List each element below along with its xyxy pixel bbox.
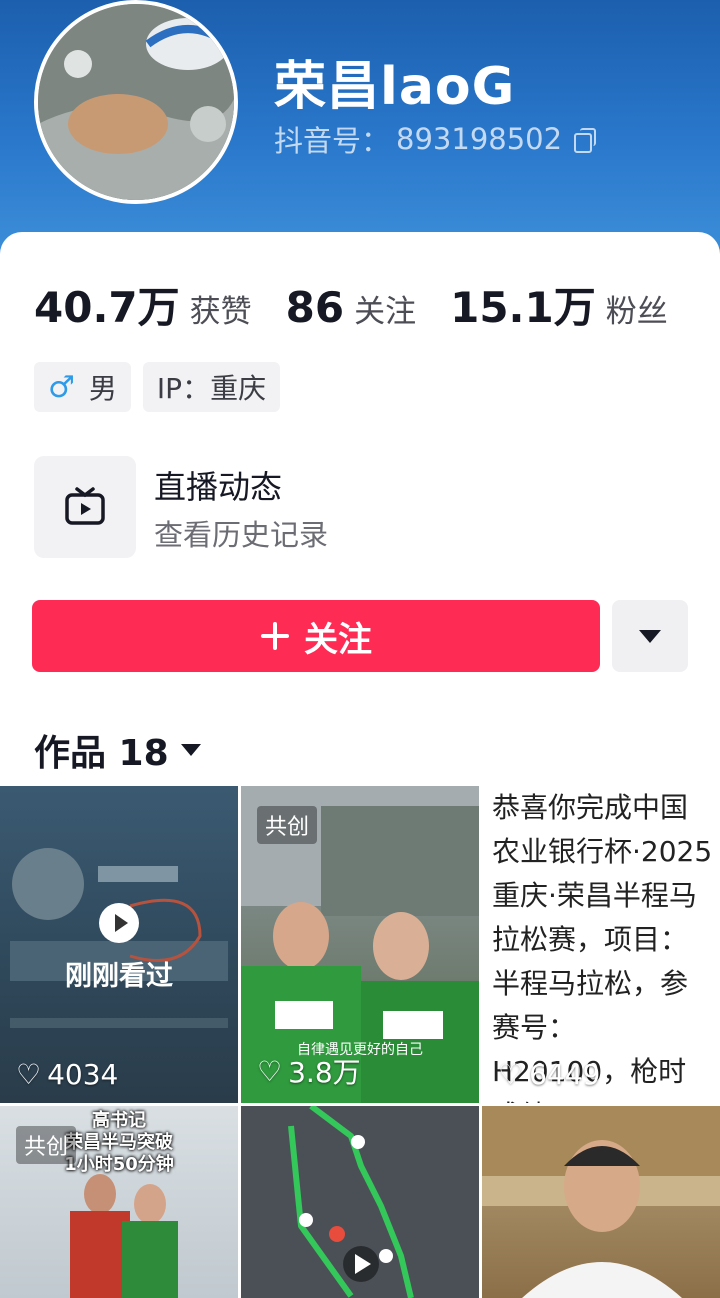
heart-icon: ♡ — [16, 1058, 42, 1091]
avatar[interactable] — [34, 0, 238, 204]
video-thumbnail[interactable] — [241, 1106, 479, 1298]
ip-label: IP：重庆 — [156, 372, 267, 405]
video-likes: ♡ 6449 — [498, 1058, 600, 1091]
caret-down-icon — [180, 744, 201, 756]
like-count: 3.8万 — [288, 1056, 361, 1089]
douyin-id: 抖音号： 893198502 — [274, 118, 597, 160]
video-likes: ♡ 4034 — [16, 1058, 118, 1091]
video-likes: ♡ 3.8万 — [257, 1051, 361, 1091]
like-count: 4034 — [47, 1058, 119, 1091]
plus-icon — [261, 622, 289, 650]
result-text: 恭喜你完成中国农业银行杯·2025 重庆·荣昌半程马拉松赛，项目：半程马拉松，参… — [492, 791, 713, 1103]
ip-tag: IP：重庆 — [142, 362, 281, 412]
more-dropdown-button[interactable] — [612, 600, 688, 672]
follow-label: 关注 — [304, 619, 372, 660]
like-count: 6449 — [529, 1058, 601, 1091]
works-label: 作品 18 — [34, 733, 169, 774]
video-thumbnail[interactable]: 共创 自律遇见更好的自己 ♡ 3.8万 — [241, 786, 479, 1103]
live-title: 直播动态 — [154, 468, 283, 506]
likes-label: 获赞 — [189, 294, 252, 330]
heart-icon: ♡ — [257, 1054, 283, 1088]
caret-down-icon — [639, 629, 661, 643]
douyin-id-value: 893198502 — [396, 122, 563, 156]
co-creation-badge: 共创 — [257, 806, 318, 844]
male-icon: ♂ — [48, 369, 75, 405]
stats-row: 40.7万 获赞 86 关注 15.1万 粉丝 — [34, 274, 702, 335]
tv-icon — [34, 456, 136, 558]
copy-icon[interactable] — [574, 128, 597, 153]
play-icon — [99, 903, 139, 943]
gender-label: 男 — [88, 372, 117, 405]
nickname: 荣昌laoG — [274, 57, 516, 117]
video-thumbnail[interactable]: 刚刚看过 ♡ 4034 — [0, 786, 238, 1103]
followers-label[interactable]: 粉丝 — [606, 286, 668, 331]
following-label[interactable]: 关注 — [354, 286, 416, 331]
following-count[interactable]: 86 — [286, 283, 344, 332]
gender-tag: ♂ 男 — [34, 362, 131, 412]
route-map-image — [288, 1106, 414, 1298]
speaker-image — [482, 1106, 720, 1298]
profile-header: 荣昌laoG 抖音号： 893198502 — [0, 0, 720, 260]
video-thumbnail[interactable]: 高书记 荣昌半马突破 1小时50分钟 共创 — [0, 1106, 238, 1298]
works-tab[interactable]: 作品 18 — [34, 724, 201, 776]
co-creation-badge: 共创 — [16, 1126, 77, 1164]
video-thumbnail[interactable] — [482, 1106, 720, 1298]
video-thumbnail[interactable]: 恭喜你完成中国农业银行杯·2025 重庆·荣昌半程马拉松赛，项目：半程马拉松，参… — [482, 786, 720, 1103]
followers-count[interactable]: 15.1万 — [450, 274, 596, 335]
douyin-id-label: 抖音号： — [274, 124, 391, 158]
live-history-entry[interactable]: 直播动态 查看历史记录 — [34, 456, 674, 560]
heart-icon: ♡ — [498, 1058, 524, 1091]
live-subtitle: 查看历史记录 — [154, 518, 329, 552]
video-grid: 刚刚看过 ♡ 4034 共创 自律遇见更好的自己 ♡ 3.8万 恭喜你完成中国农业银… — [0, 786, 720, 1298]
follow-button[interactable]: 关注 — [32, 600, 600, 672]
profile-screenshot-image — [10, 848, 228, 1028]
recently-viewed-label: 刚刚看过 — [65, 961, 173, 992]
likes-count: 40.7万 — [34, 283, 180, 332]
profile-tags: ♂ 男 IP：重庆 — [34, 362, 281, 412]
